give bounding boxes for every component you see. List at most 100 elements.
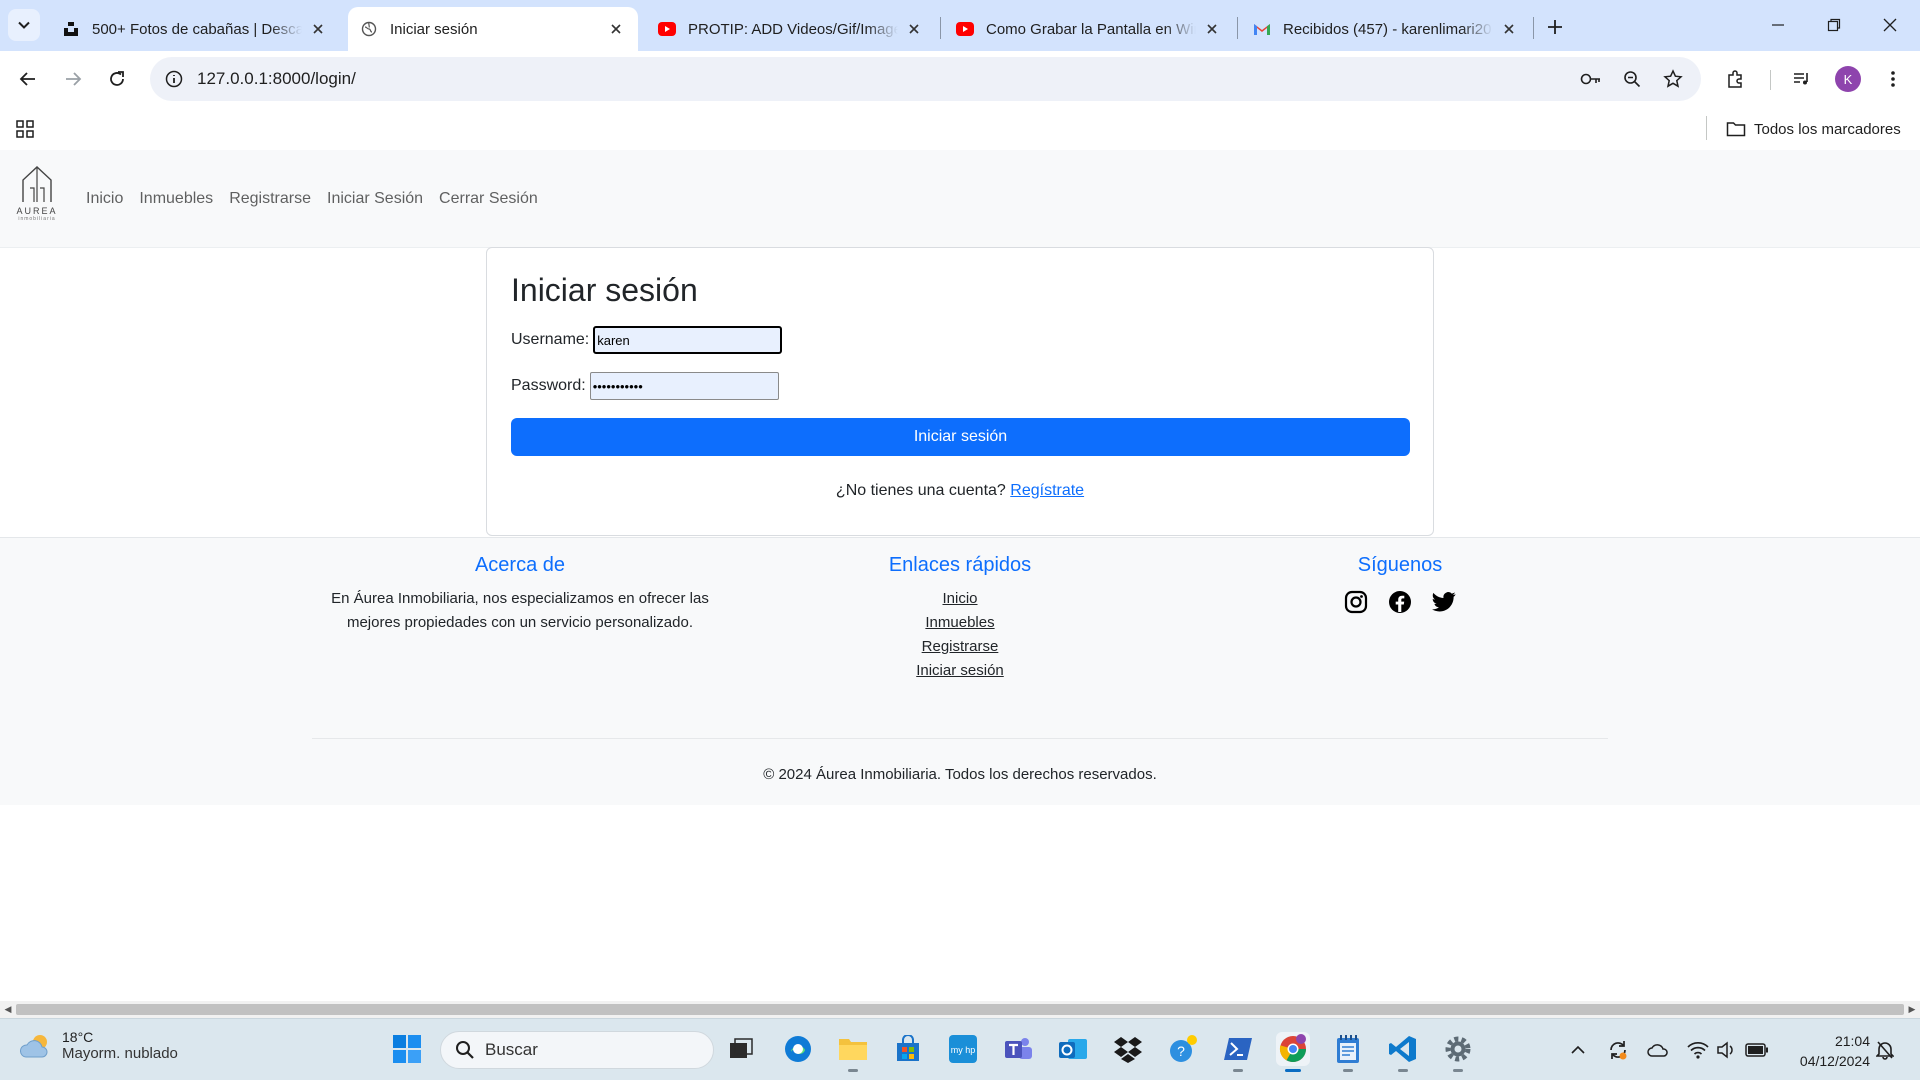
reload-button[interactable] xyxy=(99,61,135,97)
task-view-app[interactable] xyxy=(725,1032,759,1066)
reload-icon xyxy=(110,71,124,86)
twitter-icon[interactable] xyxy=(1429,587,1459,617)
teams-app[interactable] xyxy=(1001,1032,1035,1066)
address-bar[interactable]: 127.0.0.1:8000/login/ xyxy=(150,57,1701,101)
taskbar-search[interactable]: Buscar xyxy=(440,1031,714,1069)
chrome-app[interactable] xyxy=(1276,1032,1310,1072)
close-icon[interactable] xyxy=(904,19,924,39)
close-icon[interactable] xyxy=(606,19,626,39)
footer-link-inicio[interactable]: Inicio xyxy=(752,587,1168,611)
browser-toolbar: 127.0.0.1:8000/login/ K xyxy=(0,51,1920,107)
dropbox-icon xyxy=(1114,1037,1142,1063)
scrollbar-thumb[interactable] xyxy=(16,1004,1904,1015)
battery-icon[interactable] xyxy=(1744,1037,1770,1063)
nav-link-iniciar-sesion[interactable]: Iniciar Sesión xyxy=(327,190,423,208)
restore-button[interactable] xyxy=(1806,0,1862,50)
tab-separator xyxy=(1533,17,1534,39)
chevron-up-icon xyxy=(1571,1045,1585,1054)
media-queue-icon xyxy=(1794,73,1808,85)
site-navbar: AUREA inmobiliaria Inicio Inmuebles Regi… xyxy=(0,150,1920,248)
horizontal-scrollbar[interactable]: ◀ ▶ xyxy=(0,1001,1920,1018)
zoom-icon[interactable] xyxy=(1618,65,1646,93)
close-icon[interactable] xyxy=(308,19,328,39)
more-vert-icon xyxy=(1891,71,1895,87)
login-title: Iniciar sesión xyxy=(511,272,698,308)
notepad-app[interactable] xyxy=(1331,1032,1365,1072)
tab-search-button[interactable] xyxy=(8,9,40,41)
close-icon[interactable] xyxy=(1202,19,1222,39)
tab-gmail[interactable]: Recibidos (457) - karenlimari20 xyxy=(1241,7,1531,51)
weather-desc: Mayorm. nublado xyxy=(62,1045,178,1062)
site-info-icon[interactable] xyxy=(160,65,188,93)
restore-icon xyxy=(1827,18,1841,32)
start-button[interactable] xyxy=(390,1032,424,1066)
taskbar-clock[interactable]: 21:04 04/12/2024 xyxy=(1778,1031,1870,1071)
profile-avatar[interactable]: K xyxy=(1835,66,1861,92)
all-bookmarks-label: Todos los marcadores xyxy=(1754,120,1901,138)
login-submit-button[interactable]: Iniciar sesión xyxy=(511,418,1410,456)
outlook-app[interactable] xyxy=(1056,1032,1090,1066)
footer-divider xyxy=(312,738,1608,739)
sync-tray-icon[interactable] xyxy=(1605,1037,1631,1063)
hp-support-app[interactable]: ? xyxy=(1166,1032,1200,1066)
close-icon[interactable] xyxy=(1499,19,1519,39)
signup-link[interactable]: Regístrate xyxy=(1010,482,1084,499)
dropbox-app[interactable] xyxy=(1111,1032,1145,1066)
extensions-button[interactable] xyxy=(1718,61,1754,97)
site-nav-links: Inicio Inmuebles Registrarse Iniciar Ses… xyxy=(86,190,538,208)
tab-youtube-protip[interactable]: PROTIP: ADD Videos/Gif/Images xyxy=(646,7,936,51)
password-key-icon[interactable] xyxy=(1577,65,1605,93)
store-icon xyxy=(897,1035,919,1061)
username-input[interactable] xyxy=(593,326,783,354)
globe-icon xyxy=(360,20,378,38)
tab-youtube-grabar[interactable]: Como Grabar la Pantalla en Windows xyxy=(944,7,1234,51)
browser-menu-button[interactable] xyxy=(1875,61,1911,97)
password-input[interactable] xyxy=(589,372,779,400)
nav-link-cerrar-sesion[interactable]: Cerrar Sesión xyxy=(439,190,538,208)
windows-taskbar: 18°C Mayorm. nublado Buscar my hp ? 21:0… xyxy=(0,1018,1920,1080)
facebook-icon[interactable] xyxy=(1385,587,1415,617)
myhp-app[interactable]: my hp xyxy=(946,1032,980,1066)
tab-strip: 500+ Fotos de cabañas | Descargar Inicia… xyxy=(0,0,1920,51)
notepad-icon xyxy=(1337,1035,1359,1063)
weather-temp: 18°C xyxy=(62,1029,94,1045)
tray-overflow-button[interactable] xyxy=(1565,1037,1591,1063)
close-window-button[interactable] xyxy=(1862,0,1918,50)
new-tab-button[interactable] xyxy=(1541,13,1569,41)
wifi-icon[interactable] xyxy=(1685,1037,1711,1063)
nav-link-inicio[interactable]: Inicio xyxy=(86,190,123,208)
tab-unsplash[interactable]: 500+ Fotos de cabañas | Descargar xyxy=(50,7,340,51)
tab-login[interactable]: Iniciar sesión xyxy=(348,7,638,51)
footer-link-inmuebles[interactable]: Inmuebles xyxy=(752,611,1168,635)
tab-title: Recibidos (457) - karenlimari20 xyxy=(1283,20,1492,38)
edge-app[interactable] xyxy=(781,1032,815,1066)
vscode-app[interactable] xyxy=(1386,1032,1420,1072)
all-bookmarks-button[interactable]: Todos los marcadores xyxy=(1726,115,1901,143)
windows-logo-icon xyxy=(393,1035,421,1063)
forward-button[interactable] xyxy=(55,61,91,97)
footer-social-title: Síguenos xyxy=(1357,554,1443,576)
file-explorer-app[interactable] xyxy=(836,1032,870,1072)
bookmark-star-icon[interactable] xyxy=(1659,65,1687,93)
settings-app[interactable] xyxy=(1441,1032,1475,1072)
apps-grid-icon[interactable] xyxy=(12,116,38,142)
onedrive-icon[interactable] xyxy=(1645,1037,1671,1063)
tab-title: Iniciar sesión xyxy=(390,20,478,38)
store-app[interactable] xyxy=(891,1032,925,1066)
instagram-icon[interactable] xyxy=(1341,587,1371,617)
back-button[interactable] xyxy=(10,61,46,97)
site-logo[interactable]: AUREA inmobiliaria xyxy=(12,164,62,234)
puzzle-icon xyxy=(1728,70,1742,88)
media-controls-button[interactable] xyxy=(1784,61,1820,97)
nav-link-registrarse[interactable]: Registrarse xyxy=(229,190,311,208)
powershell-app[interactable] xyxy=(1221,1032,1255,1072)
minimize-button[interactable] xyxy=(1750,0,1806,50)
weather-widget[interactable]: 18°C Mayorm. nublado xyxy=(20,1029,178,1062)
notifications-button[interactable] xyxy=(1872,1037,1898,1063)
volume-icon[interactable] xyxy=(1713,1037,1739,1063)
footer-link-iniciar-sesion[interactable]: Iniciar sesión xyxy=(752,659,1168,683)
footer-link-registrarse[interactable]: Registrarse xyxy=(752,635,1168,659)
scroll-left-icon[interactable]: ◀ xyxy=(0,1001,16,1018)
scroll-right-icon[interactable]: ▶ xyxy=(1904,1001,1920,1018)
nav-link-inmuebles[interactable]: Inmuebles xyxy=(139,190,213,208)
